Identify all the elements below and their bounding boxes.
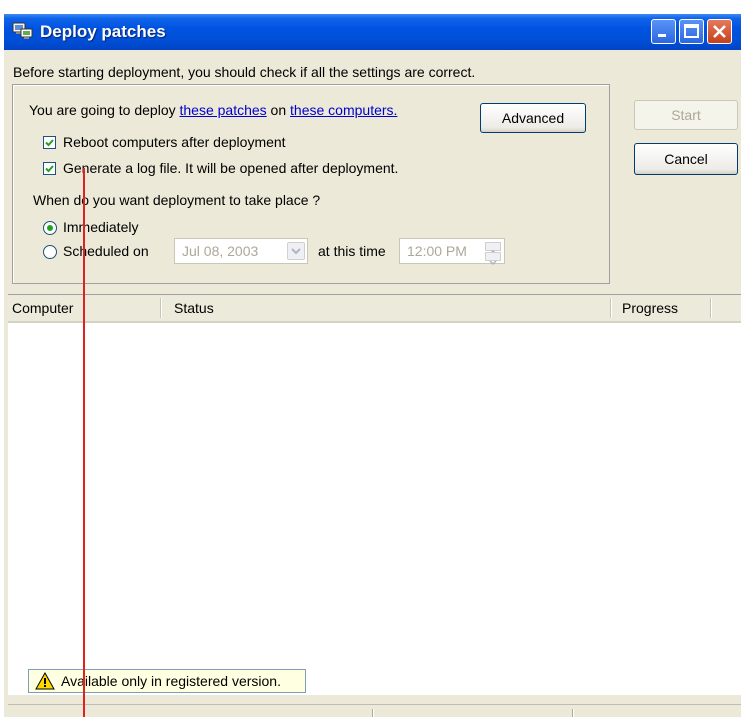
time-value: 12:00 PM — [407, 243, 467, 259]
schedule-question: When do you want deployment to take plac… — [33, 192, 321, 208]
status-divider — [572, 709, 574, 717]
checkmark-icon — [45, 139, 54, 147]
deploy-middle: on — [266, 102, 291, 118]
spin-down-icon[interactable] — [485, 252, 501, 266]
time-picker[interactable]: 12:00 PM — [399, 238, 505, 266]
registration-notice: Available only in registered version. — [28, 669, 306, 693]
deploy-summary: You are going to deploy these patches on… — [29, 102, 397, 118]
immediately-radio[interactable] — [43, 221, 57, 235]
cancel-button[interactable]: Cancel — [634, 143, 738, 175]
column-header-status[interactable]: Status — [174, 300, 214, 316]
date-value: Jul 08, 2003 — [182, 243, 259, 259]
column-divider[interactable] — [160, 298, 162, 318]
reboot-checkbox[interactable] — [43, 136, 56, 149]
log-file-label: Generate a log file. It will be opened a… — [63, 160, 399, 176]
title-bar[interactable]: Deploy patches — [4, 14, 741, 50]
list-header: Computer Status Progress — [8, 295, 741, 323]
advanced-button[interactable]: Advanced — [480, 103, 586, 133]
maximize-icon — [684, 24, 699, 38]
at-time-label: at this time — [318, 243, 386, 259]
column-header-progress[interactable]: Progress — [622, 300, 678, 316]
notice-text: Available only in registered version. — [61, 673, 281, 689]
deploy-patches-icon — [12, 21, 34, 41]
column-divider[interactable] — [710, 298, 712, 318]
immediately-label: Immediately — [63, 219, 139, 235]
log-file-checkbox[interactable] — [43, 162, 56, 175]
these-computers-link[interactable]: these computers. — [290, 102, 397, 118]
status-bar — [8, 704, 741, 717]
annotation-line — [83, 168, 85, 717]
intro-text: Before starting deployment, you should c… — [13, 64, 476, 80]
warning-icon — [35, 672, 55, 690]
minimize-icon — [658, 34, 666, 37]
deployment-list[interactable]: Computer Status Progress — [8, 294, 741, 695]
these-patches-link[interactable]: these patches — [180, 102, 267, 118]
reboot-label: Reboot computers after deployment — [63, 134, 286, 150]
spin-up-icon[interactable] — [485, 242, 501, 255]
window-title: Deploy patches — [40, 22, 166, 41]
date-picker[interactable]: Jul 08, 2003 — [174, 238, 308, 264]
status-divider — [372, 709, 374, 717]
deploy-patches-window: Deploy patches Before starting deploymen… — [4, 14, 741, 717]
close-icon — [713, 25, 726, 38]
dropdown-arrow-icon[interactable] — [287, 242, 305, 260]
scheduled-label: Scheduled on — [63, 243, 149, 259]
start-button[interactable]: Start — [634, 100, 738, 130]
deploy-prefix: You are going to deploy — [29, 102, 180, 118]
radio-selected-dot — [47, 225, 53, 231]
minimize-button[interactable] — [651, 19, 676, 44]
column-divider[interactable] — [610, 298, 612, 318]
maximize-button[interactable] — [679, 19, 704, 44]
scheduled-radio[interactable] — [43, 245, 57, 259]
column-header-computer[interactable]: Computer — [12, 300, 73, 316]
checkmark-icon — [45, 165, 54, 173]
close-button[interactable] — [707, 19, 732, 44]
